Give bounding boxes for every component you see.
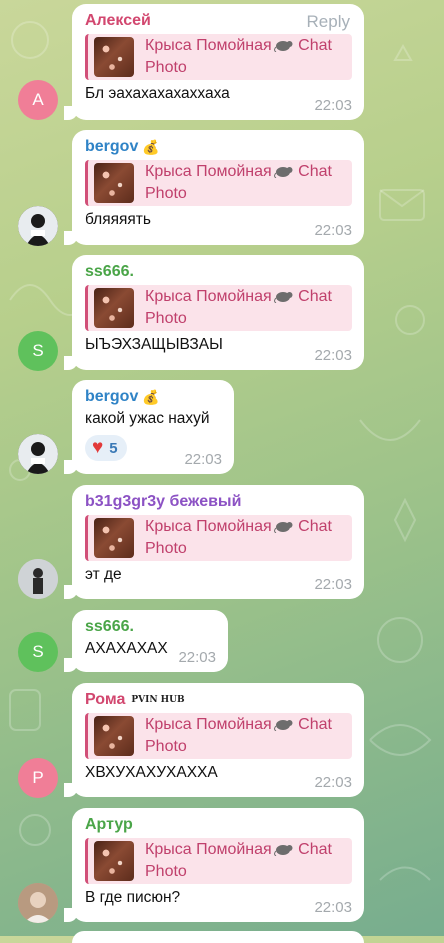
reaction-chip[interactable]: ♥ 5 xyxy=(85,435,127,461)
sender-name[interactable]: b31g3gr3y бежевый xyxy=(85,492,352,512)
message-time: 22:03 xyxy=(178,649,216,666)
sender-name[interactable]: Артур xyxy=(85,815,352,835)
quote-title: Крыса Помойная xyxy=(145,37,272,54)
message-bubble[interactable]: bergov 💰 какой ужас нахуй ♥ 5 22:03 xyxy=(64,380,234,474)
message-text: Бл эахахахахаххаха xyxy=(85,85,230,102)
quoted-message[interactable]: Крыса Помойная Chat Photo xyxy=(85,838,352,884)
message-bubble[interactable]: ss666. Крыса Помойная Chat Photo ЫЪЭХЗАЩ… xyxy=(64,255,364,370)
message-bubble[interactable]: ss666. АХАХАХАХ 22:03 xyxy=(64,610,228,672)
avatar[interactable]: А xyxy=(18,80,58,120)
message-bubble[interactable]: Алексей Reply Крыса Помойная Chat Photo … xyxy=(64,4,364,120)
message-text: ХВХУХАХУХАХХА xyxy=(85,764,218,781)
rat-icon xyxy=(273,518,294,534)
message-bubble[interactable]: b31g3gr3y бежевый Крыса Помойная Chat Ph… xyxy=(64,485,364,599)
quoted-message[interactable]: Крыса Помойная Chat Photo xyxy=(85,34,352,80)
photo-thumbnail xyxy=(94,841,134,881)
quote-chat-label: Chat xyxy=(298,37,332,54)
quote-title: Крыса Помойная xyxy=(145,288,272,305)
quote-type: Photo xyxy=(145,59,187,76)
heart-icon: ♥ xyxy=(92,437,104,458)
quote-chat-label: Chat xyxy=(298,841,332,858)
sender-name[interactable]: bergov 💰 xyxy=(85,137,352,157)
message-time: 22:03 xyxy=(184,451,222,468)
quote-type: Photo xyxy=(145,185,187,202)
avatar[interactable] xyxy=(18,883,58,923)
photo-thumbnail xyxy=(94,716,134,756)
quote-type: Photo xyxy=(145,310,187,327)
rat-icon xyxy=(273,37,294,53)
quote-type: Photo xyxy=(145,738,187,755)
message-time: 22:03 xyxy=(314,97,352,114)
message-bubble[interactable]: bergov 💰 Крыса Помойная Chat Photo бляяяя… xyxy=(64,130,364,245)
sender-name[interactable]: ss666. xyxy=(85,617,216,637)
quote-type: Photo xyxy=(145,863,187,880)
photo-thumbnail xyxy=(94,163,134,203)
quote-chat-label: Chat xyxy=(298,163,332,180)
photo-thumbnail xyxy=(94,37,134,77)
quoted-message[interactable]: Крыса Помойная Chat Photo xyxy=(85,713,352,759)
avatar[interactable]: S xyxy=(18,331,58,371)
avatar[interactable] xyxy=(18,434,58,474)
rat-icon xyxy=(273,841,294,857)
avatar[interactable]: S xyxy=(18,632,58,672)
photo-thumbnail xyxy=(94,288,134,328)
message-text: какой ужас нахуй xyxy=(85,410,210,427)
message-bubble[interactable]: Рома PVIN HUB Крыса Помойная Chat Photo Х… xyxy=(64,683,364,797)
quote-title: Крыса Помойная xyxy=(145,163,272,180)
photo-thumbnail xyxy=(94,518,134,558)
message-time: 22:03 xyxy=(314,347,352,364)
reaction-count: 5 xyxy=(109,439,118,457)
message-bubble[interactable]: Артур Крыса Помойная Chat Photo В где пи… xyxy=(64,808,364,922)
quote-chat-label: Chat xyxy=(298,518,332,535)
quoted-message[interactable]: Крыса Помойная Chat Photo xyxy=(85,160,352,206)
quote-title: Крыса Помойная xyxy=(145,518,272,535)
avatar[interactable] xyxy=(18,206,58,246)
avatar[interactable] xyxy=(18,559,58,599)
rat-icon xyxy=(273,163,294,179)
message-time: 22:03 xyxy=(314,899,352,916)
message-bubble-partial[interactable] xyxy=(72,931,364,943)
quote-type: Photo xyxy=(145,540,187,557)
sender-name[interactable]: bergov 💰 xyxy=(85,387,222,407)
message-text: эт де xyxy=(85,566,122,583)
rat-icon xyxy=(273,288,294,304)
quote-chat-label: Chat xyxy=(298,288,332,305)
sender-name[interactable]: Рома PVIN HUB xyxy=(85,690,352,710)
message-text: В где писюн? xyxy=(85,889,181,906)
quoted-message[interactable]: Крыса Помойная Chat Photo xyxy=(85,285,352,331)
message-text: ЫЪЭХЗАЩЫВЗАЫ xyxy=(85,336,223,353)
avatar[interactable]: Р xyxy=(18,758,58,798)
pvin-hub-badge: PVIN HUB xyxy=(131,694,185,705)
money-bag-icon: 💰 xyxy=(142,389,160,405)
rat-icon xyxy=(273,716,294,732)
quote-title: Крыса Помойная xyxy=(145,716,272,733)
sender-name[interactable]: ss666. xyxy=(85,262,352,282)
quote-chat-label: Chat xyxy=(298,716,332,733)
message-time: 22:03 xyxy=(314,774,352,791)
message-time: 22:03 xyxy=(314,576,352,593)
reply-button[interactable]: Reply xyxy=(307,12,350,32)
quoted-message[interactable]: Крыса Помойная Chat Photo xyxy=(85,515,352,561)
money-bag-icon: 💰 xyxy=(142,139,160,155)
message-text: бляяяять xyxy=(85,211,151,228)
quote-title: Крыса Помойная xyxy=(145,841,272,858)
message-time: 22:03 xyxy=(314,222,352,239)
